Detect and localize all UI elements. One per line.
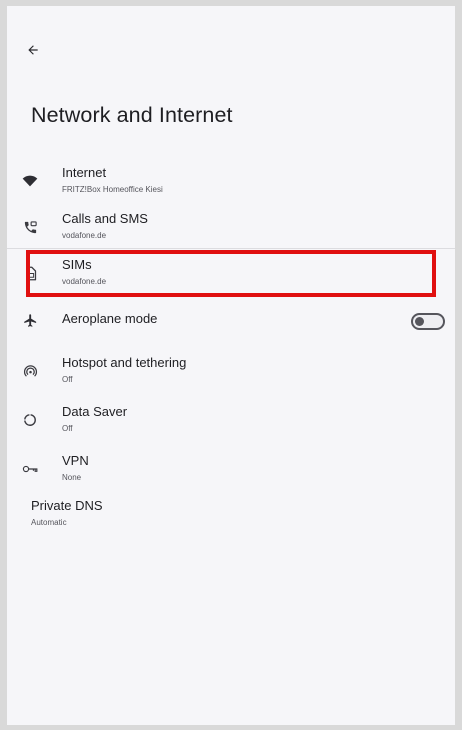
vpn-key-icon xyxy=(21,460,39,478)
item-title: Data Saver xyxy=(62,404,128,419)
settings-item-data-saver[interactable]: Data Saver Off xyxy=(7,397,455,443)
wifi-icon xyxy=(21,172,39,190)
item-subtitle: Off xyxy=(62,424,73,433)
toggle-knob xyxy=(415,317,424,326)
selection-highlight xyxy=(26,250,436,297)
aeroplane-mode-toggle[interactable] xyxy=(411,313,445,330)
item-subtitle: vodafone.de xyxy=(62,231,107,240)
call-sms-icon xyxy=(21,218,39,236)
item-subtitle: Off xyxy=(62,375,73,384)
item-title: Aeroplane mode xyxy=(62,311,158,326)
hotspot-icon xyxy=(21,362,39,380)
item-title: Private DNS xyxy=(31,498,103,513)
arrow-back-icon xyxy=(28,45,38,55)
airplane-icon xyxy=(21,311,39,329)
item-title: Internet xyxy=(62,165,107,180)
settings-screen: Network and Internet Internet FRITZ!Box … xyxy=(7,6,455,725)
settings-item-calls-and-sms[interactable]: Calls and SMS vodafone.de xyxy=(7,204,455,250)
item-subtitle: None xyxy=(62,473,82,482)
settings-item-hotspot-and-tethering[interactable]: Hotspot and tethering Off xyxy=(7,348,455,394)
item-subtitle: Automatic xyxy=(31,518,67,527)
divider xyxy=(7,248,455,249)
item-subtitle: FRITZ!Box Homeoffice Kiesi xyxy=(62,185,163,194)
settings-item-aeroplane-mode[interactable]: Aeroplane mode xyxy=(7,306,455,352)
item-title: Hotspot and tethering xyxy=(62,355,187,370)
data-saver-icon xyxy=(21,411,39,429)
page-title: Network and Internet xyxy=(31,103,233,127)
settings-item-internet[interactable]: Internet FRITZ!Box Homeoffice Kiesi xyxy=(7,158,455,204)
item-title: Calls and SMS xyxy=(62,211,148,226)
item-title: VPN xyxy=(62,453,89,468)
settings-item-private-dns[interactable]: Private DNS Automatic xyxy=(31,498,103,527)
back-button[interactable] xyxy=(23,40,43,60)
settings-item-vpn[interactable]: VPN None xyxy=(7,446,455,492)
